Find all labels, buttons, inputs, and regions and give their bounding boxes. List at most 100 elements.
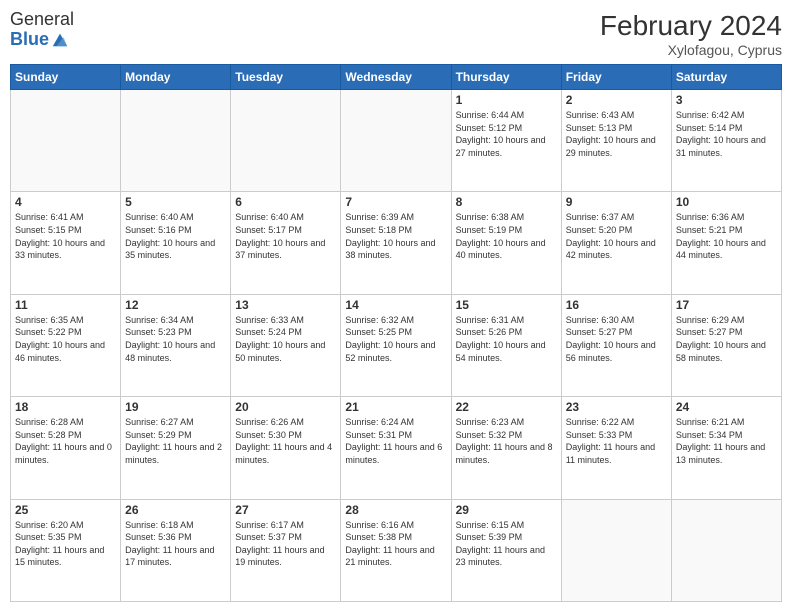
day-number: 10: [676, 195, 777, 209]
subtitle: Xylofagou, Cyprus: [600, 42, 782, 58]
day-info: Sunrise: 6:34 AM Sunset: 5:23 PM Dayligh…: [125, 314, 226, 364]
calendar-cell: 20 Sunrise: 6:26 AM Sunset: 5:30 PM Dayli…: [231, 397, 341, 499]
calendar-cell: 24 Sunrise: 6:21 AM Sunset: 5:34 PM Dayli…: [671, 397, 781, 499]
day-info: Sunrise: 6:18 AM Sunset: 5:36 PM Dayligh…: [125, 519, 226, 569]
day-info: Sunrise: 6:31 AM Sunset: 5:26 PM Dayligh…: [456, 314, 557, 364]
calendar-cell: 21 Sunrise: 6:24 AM Sunset: 5:31 PM Dayli…: [341, 397, 451, 499]
day-info: Sunrise: 6:17 AM Sunset: 5:37 PM Dayligh…: [235, 519, 336, 569]
day-info: Sunrise: 6:38 AM Sunset: 5:19 PM Dayligh…: [456, 211, 557, 261]
day-number: 26: [125, 503, 226, 517]
logo-general: General: [10, 10, 74, 30]
calendar-cell: 16Sunrise: 6:30 AM Sunset: 5:27 PM Dayli…: [561, 294, 671, 396]
calendar-cell: 11 Sunrise: 6:35 AM Sunset: 5:22 PM Dayli…: [11, 294, 121, 396]
day-number: 25: [15, 503, 116, 517]
calendar-cell: 26 Sunrise: 6:18 AM Sunset: 5:36 PM Dayli…: [121, 499, 231, 601]
calendar-cell: 13Sunrise: 6:33 AM Sunset: 5:24 PM Dayli…: [231, 294, 341, 396]
calendar-cell: 27 Sunrise: 6:17 AM Sunset: 5:37 PM Dayli…: [231, 499, 341, 601]
day-info: Sunrise: 6:22 AM Sunset: 5:33 PM Dayligh…: [566, 416, 667, 466]
day-number: 28: [345, 503, 446, 517]
calendar-header-friday: Friday: [561, 65, 671, 90]
day-info: Sunrise: 6:40 AM Sunset: 5:17 PM Dayligh…: [235, 211, 336, 261]
day-info: Sunrise: 6:30 AM Sunset: 5:27 PM Dayligh…: [566, 314, 667, 364]
calendar-cell: 29 Sunrise: 6:15 AM Sunset: 5:39 PM Dayli…: [451, 499, 561, 601]
calendar-cell: 2 Sunrise: 6:43 AM Sunset: 5:13 PM Daylig…: [561, 90, 671, 192]
day-info: Sunrise: 6:36 AM Sunset: 5:21 PM Dayligh…: [676, 211, 777, 261]
day-number: 4: [15, 195, 116, 209]
calendar-cell: 3 Sunrise: 6:42 AM Sunset: 5:14 PM Daylig…: [671, 90, 781, 192]
day-number: 9: [566, 195, 667, 209]
day-info: Sunrise: 6:35 AM Sunset: 5:22 PM Dayligh…: [15, 314, 116, 364]
day-number: 23: [566, 400, 667, 414]
calendar-header-saturday: Saturday: [671, 65, 781, 90]
day-number: 18: [15, 400, 116, 414]
logo: General Blue: [10, 10, 74, 50]
calendar-cell: 14Sunrise: 6:32 AM Sunset: 5:25 PM Dayli…: [341, 294, 451, 396]
day-number: 2: [566, 93, 667, 107]
calendar-week-1: 1 Sunrise: 6:44 AM Sunset: 5:12 PM Daylig…: [11, 90, 782, 192]
day-info: Sunrise: 6:27 AM Sunset: 5:29 PM Dayligh…: [125, 416, 226, 466]
calendar-cell: [561, 499, 671, 601]
day-number: 1: [456, 93, 557, 107]
day-number: 27: [235, 503, 336, 517]
day-info: Sunrise: 6:40 AM Sunset: 5:16 PM Dayligh…: [125, 211, 226, 261]
month-title: February 2024: [600, 10, 782, 42]
day-number: 29: [456, 503, 557, 517]
calendar-week-4: 18 Sunrise: 6:28 AM Sunset: 5:28 PM Dayli…: [11, 397, 782, 499]
day-info: Sunrise: 6:39 AM Sunset: 5:18 PM Dayligh…: [345, 211, 446, 261]
calendar-cell: 4 Sunrise: 6:41 AM Sunset: 5:15 PM Daylig…: [11, 192, 121, 294]
day-info: Sunrise: 6:44 AM Sunset: 5:12 PM Dayligh…: [456, 109, 557, 159]
calendar-cell: 23 Sunrise: 6:22 AM Sunset: 5:33 PM Dayli…: [561, 397, 671, 499]
day-info: Sunrise: 6:29 AM Sunset: 5:27 PM Dayligh…: [676, 314, 777, 364]
calendar-cell: [231, 90, 341, 192]
day-number: 22: [456, 400, 557, 414]
calendar-header-row: SundayMondayTuesdayWednesdayThursdayFrid…: [11, 65, 782, 90]
calendar-cell: [341, 90, 451, 192]
calendar-table: SundayMondayTuesdayWednesdayThursdayFrid…: [10, 64, 782, 602]
day-info: Sunrise: 6:42 AM Sunset: 5:14 PM Dayligh…: [676, 109, 777, 159]
day-number: 8: [456, 195, 557, 209]
calendar-cell: 15Sunrise: 6:31 AM Sunset: 5:26 PM Dayli…: [451, 294, 561, 396]
calendar-week-2: 4 Sunrise: 6:41 AM Sunset: 5:15 PM Daylig…: [11, 192, 782, 294]
day-number: 17: [676, 298, 777, 312]
day-number: 20: [235, 400, 336, 414]
calendar-cell: 6 Sunrise: 6:40 AM Sunset: 5:17 PM Daylig…: [231, 192, 341, 294]
calendar-cell: 25 Sunrise: 6:20 AM Sunset: 5:35 PM Dayli…: [11, 499, 121, 601]
day-info: Sunrise: 6:23 AM Sunset: 5:32 PM Dayligh…: [456, 416, 557, 466]
day-info: Sunrise: 6:24 AM Sunset: 5:31 PM Dayligh…: [345, 416, 446, 466]
calendar-header-thursday: Thursday: [451, 65, 561, 90]
page: General Blue February 2024 Xylofagou, Cy…: [0, 0, 792, 612]
calendar-week-3: 11 Sunrise: 6:35 AM Sunset: 5:22 PM Dayli…: [11, 294, 782, 396]
day-number: 3: [676, 93, 777, 107]
calendar-cell: 8 Sunrise: 6:38 AM Sunset: 5:19 PM Daylig…: [451, 192, 561, 294]
day-info: Sunrise: 6:21 AM Sunset: 5:34 PM Dayligh…: [676, 416, 777, 466]
day-info: Sunrise: 6:28 AM Sunset: 5:28 PM Dayligh…: [15, 416, 116, 466]
logo-blue: Blue: [10, 30, 49, 50]
day-number: 24: [676, 400, 777, 414]
day-info: Sunrise: 6:41 AM Sunset: 5:15 PM Dayligh…: [15, 211, 116, 261]
calendar-cell: [671, 499, 781, 601]
title-area: February 2024 Xylofagou, Cyprus: [600, 10, 782, 58]
calendar-header-monday: Monday: [121, 65, 231, 90]
calendar-cell: 7 Sunrise: 6:39 AM Sunset: 5:18 PM Daylig…: [341, 192, 451, 294]
day-info: Sunrise: 6:26 AM Sunset: 5:30 PM Dayligh…: [235, 416, 336, 466]
day-number: 7: [345, 195, 446, 209]
calendar-cell: 28Sunrise: 6:16 AM Sunset: 5:38 PM Dayli…: [341, 499, 451, 601]
day-info: Sunrise: 6:43 AM Sunset: 5:13 PM Dayligh…: [566, 109, 667, 159]
calendar-header-sunday: Sunday: [11, 65, 121, 90]
day-number: 21: [345, 400, 446, 414]
calendar-cell: 17 Sunrise: 6:29 AM Sunset: 5:27 PM Dayli…: [671, 294, 781, 396]
day-number: 5: [125, 195, 226, 209]
calendar-header-wednesday: Wednesday: [341, 65, 451, 90]
day-number: 13: [235, 298, 336, 312]
calendar-cell: [11, 90, 121, 192]
calendar-cell: 12 Sunrise: 6:34 AM Sunset: 5:23 PM Dayli…: [121, 294, 231, 396]
day-number: 11: [15, 298, 116, 312]
calendar-cell: 10 Sunrise: 6:36 AM Sunset: 5:21 PM Dayli…: [671, 192, 781, 294]
calendar-cell: 9Sunrise: 6:37 AM Sunset: 5:20 PM Daylig…: [561, 192, 671, 294]
day-number: 12: [125, 298, 226, 312]
day-info: Sunrise: 6:20 AM Sunset: 5:35 PM Dayligh…: [15, 519, 116, 569]
day-number: 6: [235, 195, 336, 209]
calendar-header-tuesday: Tuesday: [231, 65, 341, 90]
calendar-week-5: 25 Sunrise: 6:20 AM Sunset: 5:35 PM Dayli…: [11, 499, 782, 601]
day-info: Sunrise: 6:15 AM Sunset: 5:39 PM Dayligh…: [456, 519, 557, 569]
